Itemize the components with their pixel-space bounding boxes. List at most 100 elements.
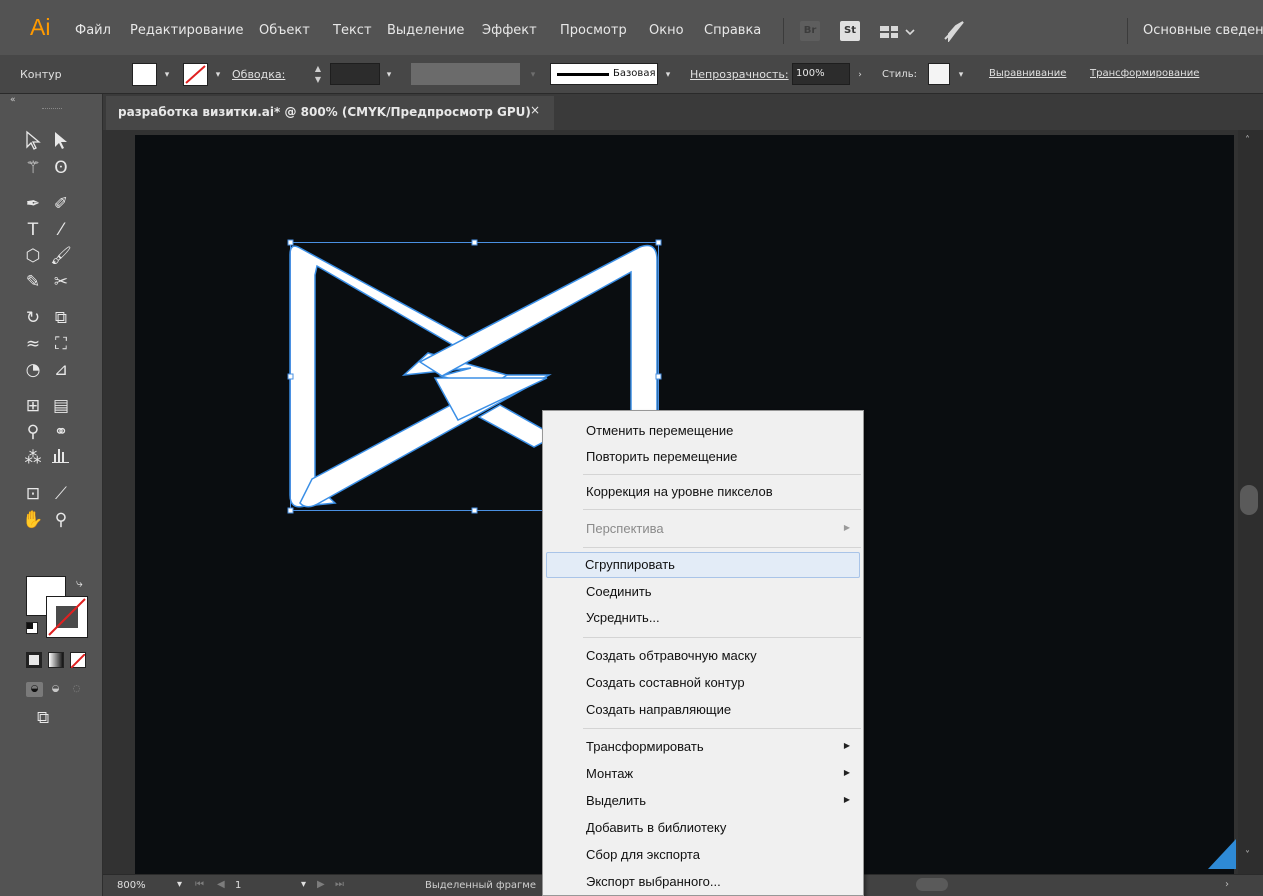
fill-dropdown-icon[interactable]: ▾ — [159, 65, 175, 85]
close-icon[interactable]: × — [530, 103, 540, 117]
first-artboard-icon[interactable]: ⏮ — [195, 879, 204, 890]
artboard-dropdown-icon[interactable]: ▾ — [301, 879, 306, 890]
menu-item-make-guides[interactable]: Создать направляющие — [544, 697, 862, 723]
document-tab-title[interactable]: разработка визитки.ai* @ 800% (CMYK/Пред… — [118, 105, 531, 119]
collapse-panel-icon[interactable]: « — [10, 95, 16, 105]
screen-mode-icon[interactable]: ⧉ — [37, 708, 49, 728]
swap-colors-icon[interactable]: ⤷ — [76, 576, 83, 591]
none-mode-icon[interactable] — [70, 652, 86, 669]
stroke-weight-dropdown-icon[interactable]: ▾ — [381, 65, 397, 85]
menu-effect[interactable]: Эффект — [482, 23, 537, 38]
bridge-button[interactable]: Br — [800, 21, 820, 41]
slice-tool-icon[interactable]: ⟋ — [48, 482, 74, 506]
stroke-color-box[interactable] — [46, 596, 88, 638]
menu-item-export-selection[interactable]: Экспорт выбранного... — [544, 869, 862, 895]
brush-definition[interactable]: Базовая — [550, 63, 658, 85]
menu-item-join[interactable]: Соединить — [544, 579, 862, 605]
perspective-grid-tool-icon[interactable]: ⊿ — [48, 358, 74, 382]
previous-artboard-icon[interactable]: ◀ — [217, 879, 225, 890]
menu-item-arrange[interactable]: Монтаж ▶ — [544, 761, 862, 787]
menu-type[interactable]: Текст — [333, 23, 372, 38]
menu-item-pixel-perfect[interactable]: Коррекция на уровне пикселов — [544, 479, 862, 505]
shaper-tool-icon[interactable]: ✎ — [20, 270, 46, 294]
vertical-scrollbar-thumb[interactable] — [1240, 485, 1258, 515]
pen-tool-icon[interactable]: ✒ — [20, 192, 46, 216]
menu-item-perspective[interactable]: Перспектива ▶ — [544, 516, 862, 542]
zoom-level[interactable]: 800% — [117, 880, 146, 891]
opacity-label[interactable]: Непрозрачность: — [690, 68, 789, 81]
draw-behind-icon[interactable]: ◒ — [47, 682, 64, 697]
magic-wand-tool-icon[interactable]: ⚚ — [20, 156, 46, 180]
graphic-style-dropdown-icon[interactable]: ▾ — [953, 65, 969, 85]
menu-item-average[interactable]: Усреднить... — [544, 605, 862, 631]
menu-item-add-to-library[interactable]: Добавить в библиотеку — [544, 815, 862, 841]
transform-panel-link[interactable]: Трансформирование — [1090, 68, 1199, 79]
draw-normal-icon[interactable]: ◒ — [26, 682, 43, 697]
direct-selection-tool-icon[interactable] — [48, 130, 74, 154]
scroll-right-icon[interactable]: › — [1225, 879, 1229, 890]
handle-middle-right[interactable] — [655, 373, 662, 380]
variable-width-profile[interactable] — [411, 63, 520, 85]
line-segment-tool-icon[interactable]: ⁄ — [48, 218, 74, 242]
handle-top-left[interactable] — [287, 239, 294, 246]
artboard-tool-icon[interactable]: ⊡ — [20, 482, 46, 506]
arrange-documents-icon[interactable] — [880, 24, 918, 43]
gpu-performance-icon[interactable] — [943, 20, 965, 46]
menu-help[interactable]: Справка — [704, 23, 761, 38]
menu-item-collect-for-export[interactable]: Сбор для экспорта — [544, 842, 862, 868]
opacity-expand-icon[interactable]: › — [852, 65, 868, 85]
stroke-dropdown-icon[interactable]: ▾ — [210, 65, 226, 85]
brush-dropdown-icon[interactable]: ▾ — [660, 65, 676, 85]
stroke-stepper-icon[interactable]: ▲ ▼ — [310, 63, 326, 84]
horizontal-scrollbar-thumb[interactable] — [916, 878, 948, 891]
polygon-tool-icon[interactable]: ⬡ — [20, 244, 46, 268]
eyedropper-tool-icon[interactable]: ⚲ — [20, 420, 46, 444]
handle-middle-left[interactable] — [287, 373, 294, 380]
blend-tool-icon[interactable]: ⚭ — [48, 420, 74, 444]
curvature-tool-icon[interactable]: ✐ — [48, 192, 74, 216]
stroke-weight-label[interactable]: Обводка: — [232, 68, 285, 81]
symbol-sprayer-tool-icon[interactable]: ⁂ — [20, 446, 46, 470]
selection-tool-icon[interactable] — [20, 130, 46, 154]
menu-edit[interactable]: Редактирование — [130, 23, 243, 38]
menu-view[interactable]: Просмотр — [560, 23, 627, 38]
shape-builder-tool-icon[interactable]: ◔ — [20, 358, 46, 382]
handle-bottom-center[interactable] — [471, 507, 478, 514]
stroke-weight-input[interactable] — [330, 63, 380, 85]
menu-file[interactable]: Файл — [75, 23, 111, 38]
menu-item-compound-path[interactable]: Создать составной контур — [544, 670, 862, 696]
paintbrush-tool-icon[interactable]: 🖌 — [48, 244, 74, 268]
column-graph-tool-icon[interactable] — [48, 446, 74, 470]
handle-top-center[interactable] — [471, 239, 478, 246]
stock-button[interactable]: St — [840, 21, 860, 41]
artboard-number-field[interactable]: 1 — [235, 880, 241, 891]
menu-object[interactable]: Объект — [259, 23, 310, 38]
menu-select[interactable]: Выделение — [387, 23, 464, 38]
zoom-dropdown-icon[interactable]: ▾ — [177, 879, 182, 890]
graphic-style-swatch[interactable] — [928, 63, 950, 85]
width-tool-icon[interactable]: ≈ — [20, 332, 46, 356]
default-colors-icon[interactable] — [26, 622, 38, 634]
draw-inside-icon[interactable]: ◌ — [68, 682, 85, 697]
align-panel-link[interactable]: Выравнивание — [989, 68, 1066, 79]
free-transform-tool-icon[interactable]: ⛶ — [48, 332, 74, 356]
panel-grip[interactable] — [42, 108, 62, 110]
mesh-tool-icon[interactable]: ⊞ — [20, 394, 46, 418]
profile-dropdown-icon[interactable]: ▾ — [525, 65, 541, 85]
menu-window[interactable]: Окно — [649, 23, 684, 38]
type-tool-icon[interactable]: T — [20, 218, 46, 242]
opacity-input[interactable]: 100% — [792, 63, 850, 85]
next-artboard-icon[interactable]: ▶ — [317, 879, 325, 890]
menu-item-transform[interactable]: Трансформировать ▶ — [544, 734, 862, 760]
rotate-tool-icon[interactable]: ↻ — [20, 306, 46, 330]
last-artboard-icon[interactable]: ⏭ — [335, 879, 344, 890]
menu-item-redo-move[interactable]: Повторить перемещение — [544, 444, 862, 470]
gradient-tool-icon[interactable]: ▤ — [48, 394, 74, 418]
scale-tool-icon[interactable]: ⧉ — [48, 306, 74, 330]
scroll-up-icon[interactable]: ˄ — [1245, 135, 1250, 146]
hand-tool-icon[interactable]: ✋ — [20, 508, 46, 532]
scissors-tool-icon[interactable]: ✂ — [48, 270, 74, 294]
gradient-mode-icon[interactable] — [48, 652, 64, 668]
menu-item-select[interactable]: Выделить ▶ — [544, 788, 862, 814]
workspace-switcher[interactable]: Основные сведен — [1143, 23, 1263, 38]
